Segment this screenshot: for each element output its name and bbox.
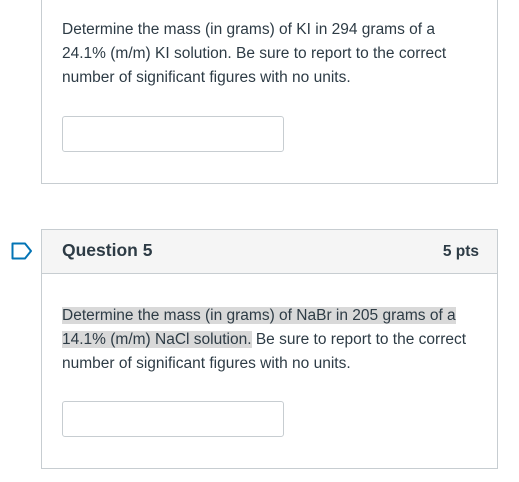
question-4-card: Determine the mass (in grams) of KI in 2… bbox=[41, 0, 498, 184]
question-5-header: Question 5 5 pts bbox=[42, 230, 497, 274]
quiz-page: Determine the mass (in grams) of KI in 2… bbox=[0, 0, 519, 482]
question-5-answer-input[interactable] bbox=[62, 401, 284, 437]
bookmark-flag-icon[interactable] bbox=[11, 242, 33, 260]
question-title: Question 5 bbox=[62, 240, 153, 260]
question-5-card: Question 5 5 pts Determine the mass (in … bbox=[41, 229, 498, 469]
question-points: 5 pts bbox=[442, 243, 479, 260]
question-4-answer-input[interactable] bbox=[62, 116, 284, 152]
question-4-text: Determine the mass (in grams) of KI in 2… bbox=[62, 21, 447, 86]
question-5-text: Determine the mass (in grams) of NaBr in… bbox=[62, 304, 482, 376]
